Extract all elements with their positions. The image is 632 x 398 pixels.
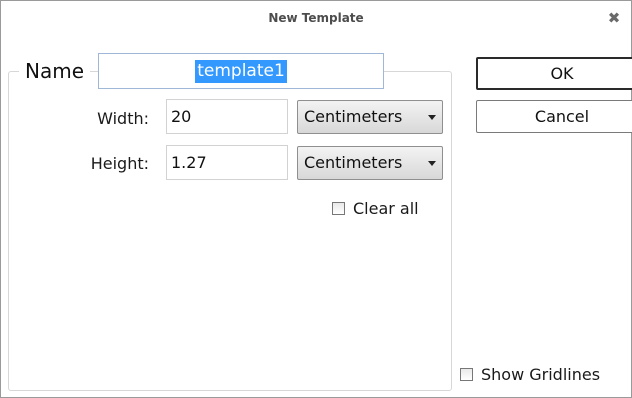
width-label: Width: (97, 109, 149, 128)
close-button[interactable]: ✖ (605, 9, 623, 27)
height-label: Height: (90, 154, 149, 173)
width-unit-select[interactable]: Centimeters (297, 100, 443, 134)
width-unit-value: Centimeters (304, 107, 403, 126)
title-bar: New Template ✖ (1, 1, 631, 37)
show-gridlines-checkbox[interactable]: Show Gridlines (460, 365, 626, 385)
width-input[interactable]: 20 (166, 99, 288, 134)
chevron-down-icon (428, 115, 436, 120)
ok-button[interactable]: OK (476, 57, 632, 90)
height-unit-select[interactable]: Centimeters (297, 146, 443, 180)
height-unit-value: Centimeters (304, 153, 403, 172)
clear-all-checkbox-box[interactable] (332, 202, 345, 215)
name-label: Name (19, 59, 91, 83)
show-gridlines-checkbox-box[interactable] (460, 368, 473, 381)
new-template-dialog: New Template ✖ Name template1 Width: 20 … (0, 0, 632, 398)
height-input[interactable]: 1.27 (166, 145, 288, 180)
show-gridlines-label: Show Gridlines (481, 365, 601, 384)
close-icon: ✖ (607, 9, 621, 27)
clear-all-label: Clear all (353, 199, 419, 218)
cancel-button[interactable]: Cancel (476, 100, 632, 133)
clear-all-checkbox[interactable]: Clear all (332, 199, 432, 219)
dialog-title: New Template (268, 11, 364, 25)
name-input-value: template1 (195, 60, 287, 83)
name-input[interactable]: template1 (98, 53, 384, 89)
chevron-down-icon (428, 161, 436, 166)
